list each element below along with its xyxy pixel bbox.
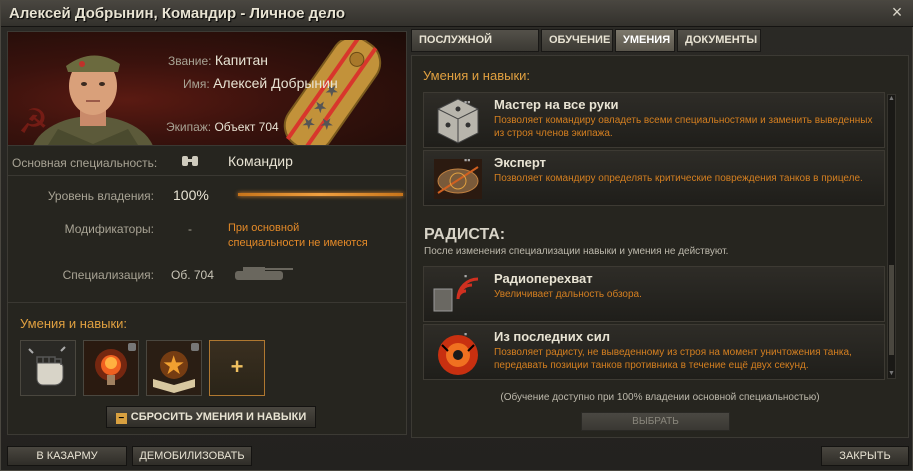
scroll-thumb[interactable]: [889, 265, 894, 355]
tab-documents[interactable]: ДОКУМЕНТЫ: [677, 29, 761, 52]
crew-member-panel: ☭ ★ ★ ★ ★ Звание: Капитан Имя: Алексей Д…: [7, 31, 407, 435]
specialization-value: Об. 704: [171, 268, 214, 282]
fist-icon: [21, 341, 75, 395]
divider: [8, 145, 406, 146]
lock-mini-icon: ▪▪: [464, 97, 471, 107]
skills-scrollbar[interactable]: ▲ ▼: [887, 94, 896, 379]
tab-service-record[interactable]: ПОСЛУЖНОЙ СПИСОК: [411, 29, 539, 67]
window-title: Алексей Добрынин, Командир - Личное дело: [9, 5, 346, 22]
rank-value: Капитан: [214, 52, 268, 68]
scroll-down-icon[interactable]: ▼: [888, 370, 895, 378]
skill-card-expert[interactable]: ▪▪ Эксперт Позволяет командиру определят…: [423, 150, 885, 206]
reset-icon: −: [115, 413, 127, 424]
select-button[interactable]: ВЫБРАТЬ: [581, 412, 730, 431]
name-label: Имя:: [183, 77, 210, 91]
reset-skills-button[interactable]: − СБРОСИТЬ УМЕНИЯ И НАВЫКИ: [106, 406, 316, 428]
rank-label: Звание:: [168, 54, 212, 68]
skills-panel: Умения и навыки: ▪▪ Мастер на все руки П…: [411, 55, 909, 438]
tab-training[interactable]: ОБУЧЕНИЕ: [541, 29, 613, 52]
rank-row: Звание: Капитан: [168, 52, 268, 68]
dice-icon: [437, 98, 479, 144]
skill-name: Мастер на все руки: [494, 97, 619, 112]
name-value: Алексей Добрынин: [213, 75, 338, 91]
skill-name: Эксперт: [494, 155, 547, 170]
left-skills-title: Умения и навыки:: [20, 316, 128, 331]
tank-silhouette-icon: [235, 267, 293, 280]
training-note: (Обучение доступно при 100% владении осн…: [500, 392, 820, 403]
lock-mini-icon: ▪▪: [464, 155, 471, 165]
radio-intercept-icon: [433, 277, 479, 312]
close-icon[interactable]: ×: [888, 3, 906, 21]
crew-label: Экипаж:: [166, 120, 212, 134]
specialization-label: Специализация:: [62, 268, 154, 282]
last-effort-icon: [438, 335, 478, 375]
portrait-area: ☭ ★ ★ ★ ★ Звание: Капитан Имя: Алексей Д…: [8, 32, 406, 145]
skill-description: Увеличивает дальность обзора.: [494, 289, 642, 300]
modifiers-label: Модификаторы:: [64, 222, 154, 236]
skill-description: Позволяет командиру овладеть всеми специ…: [494, 115, 873, 139]
title-bar: Алексей Добрынин, Командир - Личное дело…: [1, 1, 913, 27]
crew-row: Экипаж: Объект 704: [166, 120, 279, 134]
reset-skills-label: СБРОСИТЬ УМЕНИЯ И НАВЫКИ: [130, 411, 307, 423]
lock-mini-icon: [191, 343, 199, 351]
binoculars-icon: [182, 156, 198, 166]
modifiers-text: При основной специальности не имеются: [228, 222, 368, 249]
crew-value: Объект 704: [214, 120, 279, 134]
to-barracks-button[interactable]: В КАЗАРМУ: [7, 446, 127, 466]
skills-heading: Умения и навыки:: [423, 68, 531, 83]
mastery-progress-bar: [238, 193, 403, 196]
close-button[interactable]: ЗАКРЫТЬ: [821, 446, 909, 466]
modifiers-dash: -: [188, 222, 192, 236]
epaulette-image: ★ ★ ★ ★: [283, 40, 382, 145]
lock-mini-icon: [128, 343, 136, 351]
headphones-mini-icon: ▪: [464, 271, 468, 281]
personal-file-window: Алексей Добрынин, Командир - Личное дело…: [0, 0, 913, 471]
skill-card-last-effort[interactable]: ▪ Из последних сил Позволяет радисту, не…: [423, 324, 885, 380]
skill-slot-book-star[interactable]: ★: [146, 340, 202, 396]
scroll-up-icon[interactable]: ▲: [888, 95, 895, 103]
divider: [8, 175, 406, 176]
skill-card-radio-intercept[interactable]: ▪ Радиоперехват Увеличивает дальность об…: [423, 266, 885, 322]
tab-skills[interactable]: УМЕНИЯ: [615, 29, 675, 52]
svg-text:★: ★: [162, 350, 185, 380]
demobilize-button[interactable]: ДЕМОБИЛИЗОВАТЬ: [132, 446, 252, 466]
name-row: Имя: Алексей Добрынин: [183, 75, 338, 91]
radio-operator-section-note: После изменения специализации навыки и у…: [424, 246, 729, 257]
headphones-mini-icon: ▪: [464, 329, 468, 339]
expert-icon: [434, 159, 482, 199]
mastery-value: 100%: [173, 187, 209, 203]
skill-name: Из последних сил: [494, 329, 611, 344]
skill-card-jack-of-all-trades[interactable]: ▪▪ Мастер на все руки Позволяет командир…: [423, 92, 885, 148]
skill-name: Радиоперехват: [494, 271, 593, 286]
divider: [8, 302, 406, 303]
radio-operator-section-title: РАДИСТА:: [424, 226, 506, 243]
skill-slot-fist[interactable]: [20, 340, 76, 396]
commander-portrait: [33, 55, 153, 145]
skill-slot-lightbulb[interactable]: [83, 340, 139, 396]
mastery-label: Уровень владения:: [47, 189, 154, 203]
specialty-label: Основная специальность:: [12, 156, 158, 170]
skill-description: Позволяет радисту, не выведенному из стр…: [494, 347, 852, 371]
skill-description: Позволяет командиру определять критическ…: [494, 173, 863, 184]
specialty-value: Командир: [228, 153, 293, 169]
add-skill-button[interactable]: +: [209, 340, 265, 396]
